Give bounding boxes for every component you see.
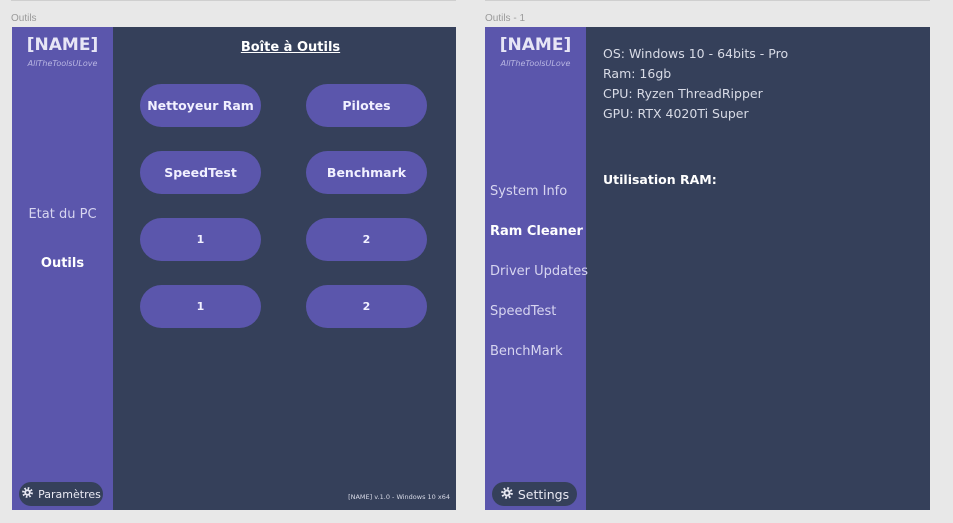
sysinfo-gpu: GPU: RTX 4020Ti Super (603, 106, 749, 121)
brand-tagline: AllTheToolsULove (27, 59, 98, 68)
ram-cleaner-button[interactable]: Nettoyeur Ram (140, 84, 261, 127)
tool-button-2[interactable]: 2 (306, 218, 427, 261)
frame-label-outils: Outils (11, 13, 37, 24)
sidebar: [NAME] AllTheToolsULove System Info Ram … (485, 27, 588, 510)
benchmark-button[interactable]: Benchmark (306, 151, 427, 194)
version-label: [NAME] v.1.0 - Windows 10 x64 (348, 493, 450, 501)
frame-divider (11, 0, 456, 1)
sidebar-item-etat-du-pc[interactable]: Etat du PC (12, 207, 113, 222)
tool-button-1[interactable]: 1 (140, 285, 261, 328)
sysinfo-os: OS: Windows 10 - 64bits - Pro (603, 46, 789, 61)
settings-label: Paramètres (38, 487, 101, 501)
sidebar-item-driver-updates[interactable]: Driver Updates (490, 264, 588, 279)
frame-divider (485, 0, 930, 1)
settings-button[interactable]: Paramètres (19, 482, 103, 506)
sidebar-item-benchmark[interactable]: BenchMark (490, 344, 563, 359)
page-title: Boîte à Outils (240, 40, 341, 55)
sidebar-item-ram-cleaner[interactable]: Ram Cleaner (490, 224, 583, 239)
settings-button[interactable]: Settings (492, 482, 577, 506)
settings-label: Settings (517, 486, 570, 502)
drivers-button[interactable]: Pilotes (306, 84, 427, 127)
ram-usage-label: Utilisation RAM: (603, 172, 717, 187)
tool-button-2[interactable]: 2 (306, 285, 427, 328)
sidebar: [NAME] AllTheToolsULove Etat du PC Outil… (12, 27, 113, 510)
outils-frame: [NAME] AllTheToolsULove Etat du PC Outil… (12, 27, 456, 510)
tool-button-1[interactable]: 1 (140, 218, 261, 261)
speedtest-button[interactable]: SpeedTest (140, 151, 261, 194)
outils-1-frame: [NAME] AllTheToolsULove System Info Ram … (485, 27, 930, 510)
brand-name: [NAME] (499, 35, 572, 55)
brand-name: [NAME] (26, 35, 99, 55)
sysinfo-cpu: CPU: Ryzen ThreadRipper (603, 86, 763, 101)
sidebar-item-system-info[interactable]: System Info (490, 184, 567, 199)
frame-label-outils-1: Outils - 1 (485, 13, 526, 24)
gear-icon (500, 486, 514, 503)
sysinfo-ram: Ram: 16gb (603, 66, 672, 81)
gear-icon (21, 486, 34, 502)
sidebar-item-outils[interactable]: Outils (12, 256, 113, 271)
sidebar-item-speedtest[interactable]: SpeedTest (490, 304, 556, 319)
brand-tagline: AllTheToolsULove (500, 59, 571, 68)
